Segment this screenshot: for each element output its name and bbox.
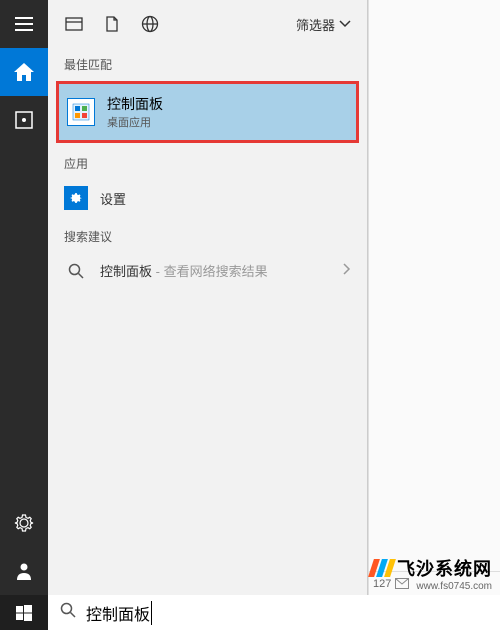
cortana-sidebar [0, 0, 48, 595]
taskbar-search[interactable]: 控制面板 [48, 595, 500, 630]
best-match-result[interactable]: 控制面板 桌面应用 [56, 81, 359, 143]
settings-button[interactable] [0, 499, 48, 547]
menu-button[interactable] [0, 0, 48, 48]
control-panel-icon [67, 98, 95, 126]
gear-icon [14, 513, 34, 533]
suggestion-label: 控制面板 [100, 264, 152, 279]
taskbar: 控制面板 [0, 595, 500, 630]
status-count: 127 [373, 578, 391, 590]
search-icon [60, 602, 76, 623]
app-result-label: 设置 [100, 189, 126, 208]
apps-view-icon[interactable] [64, 14, 84, 34]
web-view-icon[interactable] [140, 14, 160, 34]
home-icon [14, 63, 34, 81]
results-header: 筛选器 [48, 0, 367, 48]
best-match-title: 控制面板 [107, 94, 163, 114]
home-button[interactable] [0, 48, 48, 96]
background-panel: 127 [368, 0, 500, 595]
recent-icon [15, 111, 33, 129]
web-suggestion-row[interactable]: 控制面板 - 查看网络搜索结果 [48, 249, 367, 293]
hamburger-icon [15, 17, 33, 31]
documents-view-icon[interactable] [102, 14, 122, 34]
user-button[interactable] [0, 547, 48, 595]
start-button[interactable] [0, 595, 48, 630]
filter-label: 筛选器 [296, 15, 335, 34]
suggestion-note: - 查看网络搜索结果 [152, 264, 268, 279]
user-icon [15, 562, 33, 580]
filter-dropdown[interactable]: 筛选器 [296, 15, 351, 34]
recent-button[interactable] [0, 96, 48, 144]
app-result-settings[interactable]: 设置 [48, 176, 367, 220]
best-match-label: 最佳匹配 [48, 48, 367, 77]
suggestions-label: 搜索建议 [48, 220, 367, 249]
windows-icon [16, 605, 32, 621]
chevron-down-icon [339, 20, 351, 28]
search-results-panel: 筛选器 最佳匹配 控制面板 桌面应用 应用 设置 搜索建议 控制面板 - 查看网… [48, 0, 368, 595]
search-input[interactable]: 控制面板 [86, 601, 152, 625]
chevron-right-icon [343, 262, 351, 280]
status-bar: 127 [369, 571, 500, 595]
best-match-subtitle: 桌面应用 [107, 114, 163, 130]
search-icon [64, 259, 88, 283]
mail-icon [395, 578, 409, 589]
apps-label: 应用 [48, 147, 367, 176]
settings-app-icon [64, 186, 88, 210]
